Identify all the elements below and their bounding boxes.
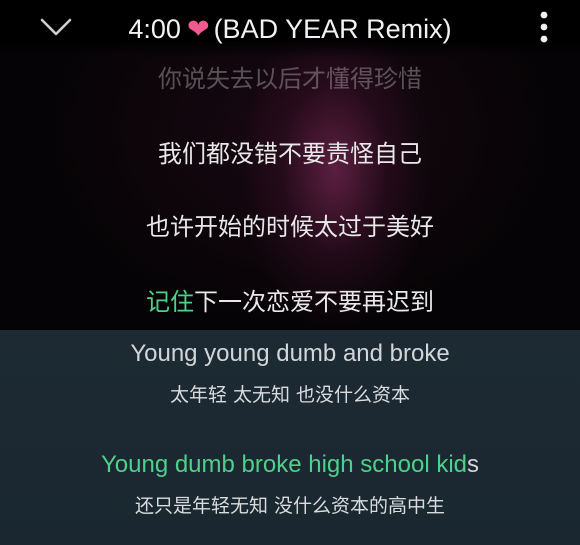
- lyric-remaining-part: 下一次恋爱不要再迟到: [194, 288, 434, 316]
- lyric-line[interactable]: 我们都没错不要责怪自己: [0, 139, 580, 169]
- subtitle-played-part: Young dumb broke high school kid: [100, 451, 468, 478]
- lyric-line-current[interactable]: 记住下一次恋爱不要再迟到: [0, 287, 580, 317]
- more-vertical-icon: [540, 11, 548, 43]
- subtitle-english: Young young dumb and broke: [130, 340, 450, 367]
- subtitle-panel: Young young dumb and broke 太年轻 太无知 也没什么资…: [0, 330, 580, 545]
- lyric-line-previous[interactable]: 你说失去以后才懂得珍惜: [0, 64, 580, 94]
- more-options-button[interactable]: [530, 10, 558, 44]
- subtitle-translation: 太年轻 太无知 也没什么资本: [169, 384, 411, 406]
- player-header: 4:00 ❤ (BAD YEAR Remix): [0, 0, 580, 58]
- subtitle-remaining-part: s: [467, 451, 480, 478]
- subtitle-translation: 还只是年轻无知 没什么资本的高中生: [134, 495, 446, 517]
- subtitle-english-current: Young dumb broke high school kids: [0, 450, 580, 480]
- lyric-line[interactable]: 也许开始的时候太过于美好: [0, 212, 580, 242]
- heart-icon: ❤: [186, 14, 210, 44]
- lyric-played-part: 记住: [146, 288, 194, 316]
- song-time: 4:00: [128, 14, 181, 44]
- song-name: (BAD YEAR Remix): [213, 14, 452, 44]
- song-title: 4:00 ❤ (BAD YEAR Remix): [0, 12, 580, 46]
